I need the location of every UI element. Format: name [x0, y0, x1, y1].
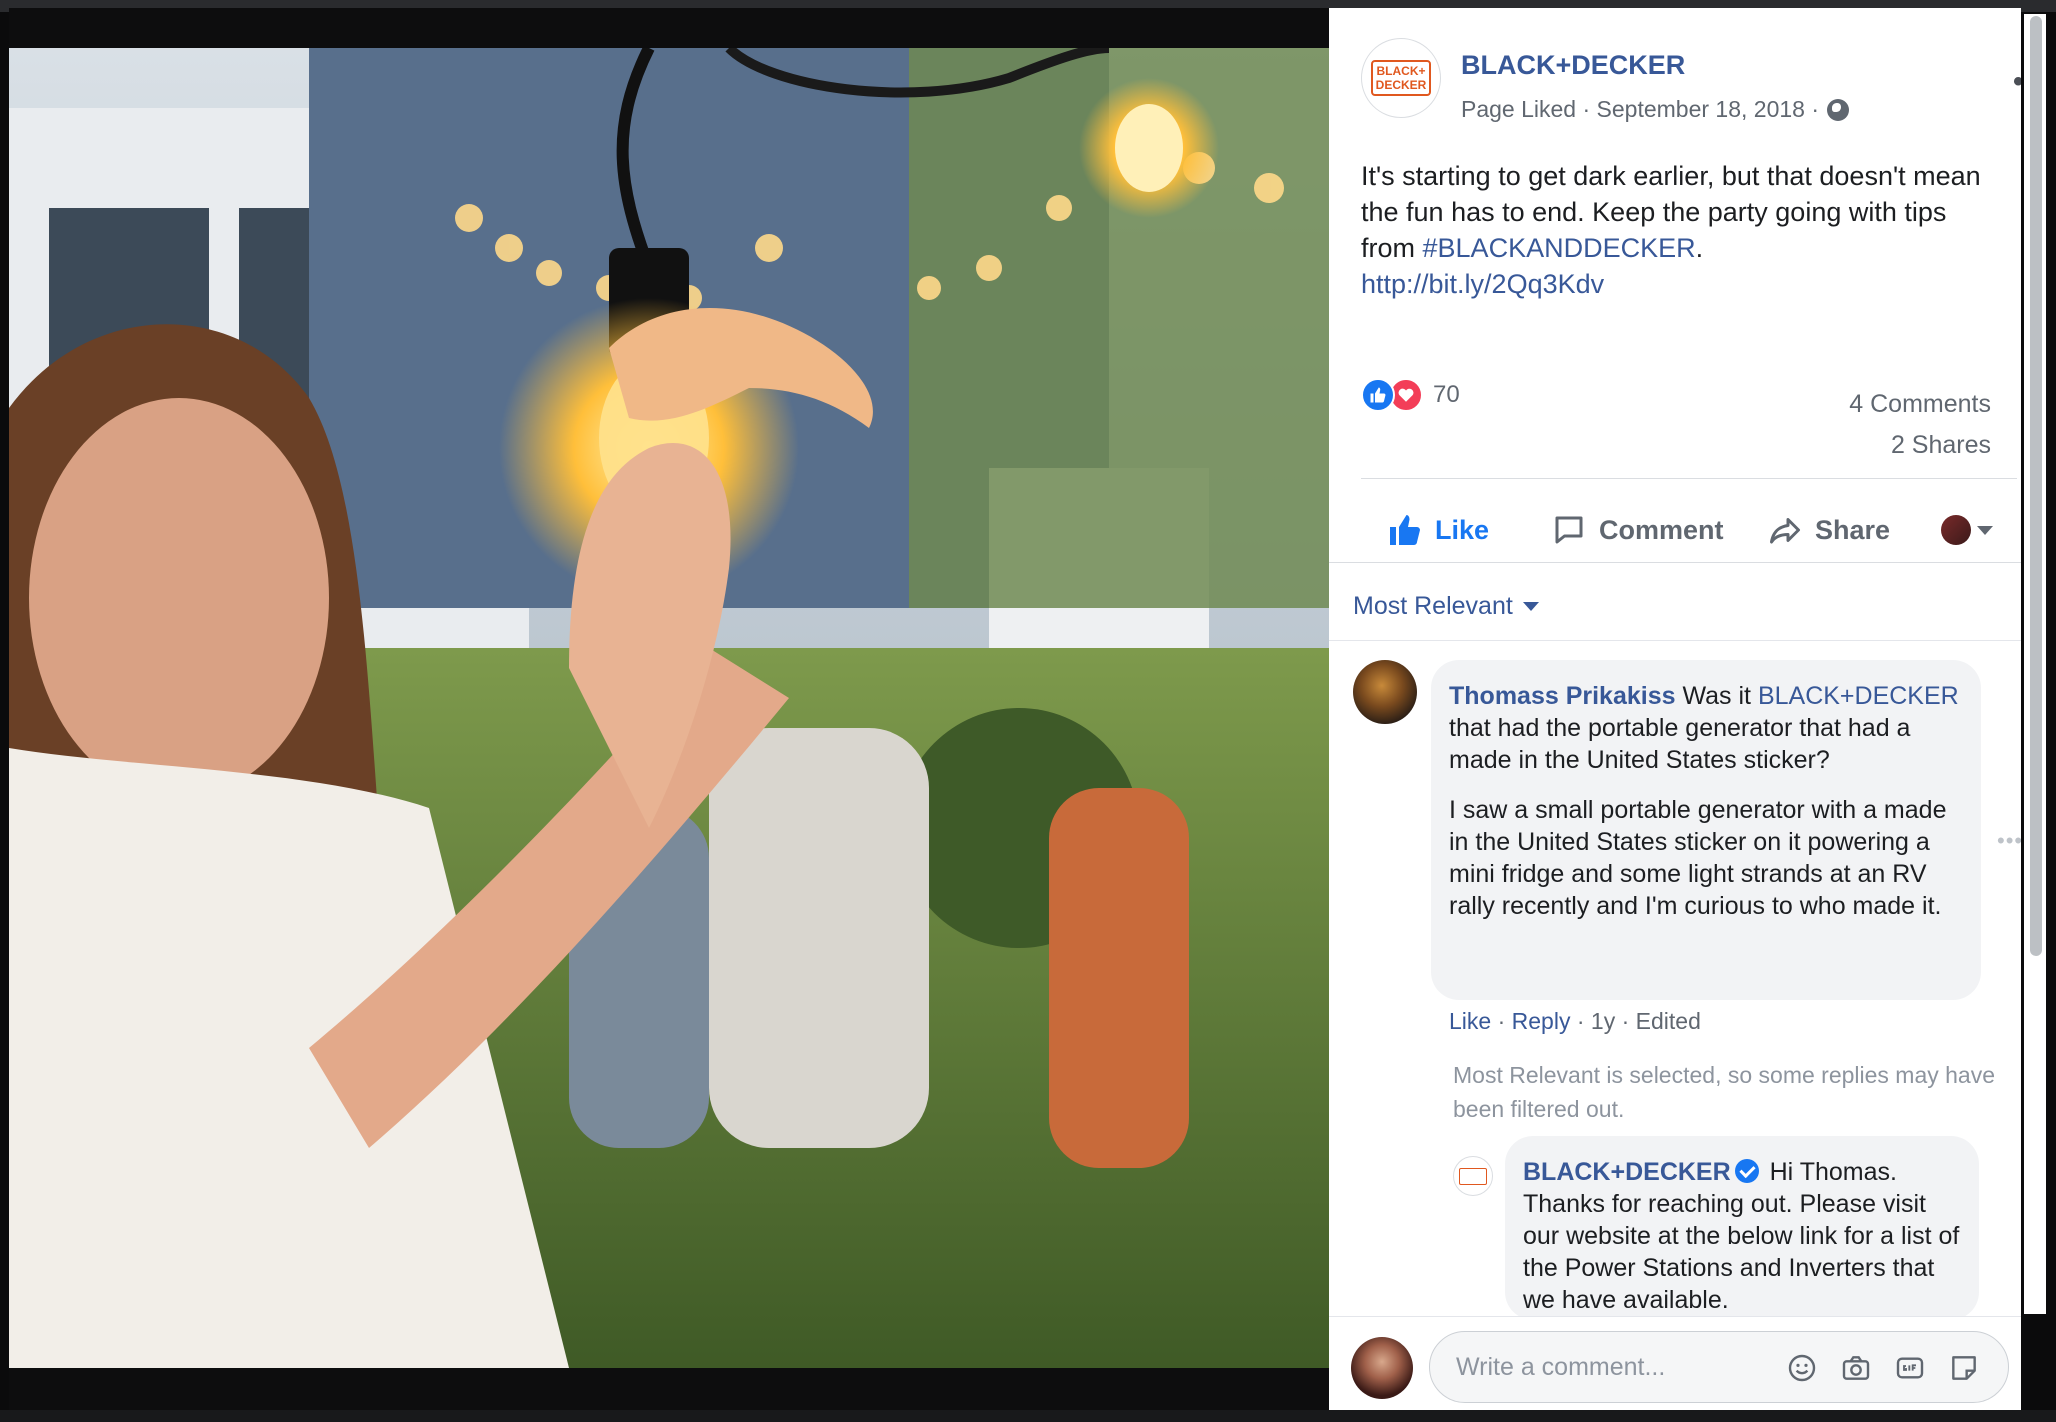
comment-bubble: Thomass Prikakiss Was it BLACK+DECKER th…: [1431, 660, 1981, 1000]
filter-note: Most Relevant is selected, so some repli…: [1453, 1062, 1996, 1122]
like-button[interactable]: Like: [1387, 500, 1489, 560]
comment-input-placeholder: Write a comment...: [1456, 1352, 1666, 1381]
post-header: BLACK+ DECKER BLACK+DECKER Page Liked · …: [1361, 38, 2021, 128]
comment-input[interactable]: Write a comment...: [1429, 1331, 2009, 1403]
reaction-count: 70: [1433, 381, 1460, 408]
chevron-down-icon: [1522, 602, 1539, 611]
post-photo[interactable]: [9, 48, 1329, 1368]
brand-logo: BLACK+ DECKER: [1371, 60, 1431, 96]
chevron-down-icon: [1977, 525, 1993, 535]
reaction-summary[interactable]: 70: [1361, 378, 1460, 412]
panel-scrollbar[interactable]: [2024, 14, 2046, 1314]
user-avatar: [1941, 515, 1971, 545]
hashtag-link[interactable]: #BLACKANDDECKER: [1423, 233, 1696, 263]
comment-paragraph: Thomass Prikakiss Was it BLACK+DECKER th…: [1449, 680, 1963, 776]
commenter-name-link[interactable]: Thomass Prikakiss: [1449, 682, 1676, 710]
reply-author-avatar[interactable]: [1453, 1156, 1493, 1196]
divider: [1361, 478, 2017, 479]
comment-options-icon[interactable]: •••: [1997, 828, 2021, 854]
thumbs-up-icon: [1390, 515, 1420, 545]
reply-bubble: BLACK+DECKER Hi Thomas. Thanks for reach…: [1505, 1136, 1979, 1320]
post-meta-text: Page Liked · September 18, 2018 ·: [1461, 96, 1820, 122]
engagement-counts: 4 Comments 2 Shares: [1849, 384, 1991, 466]
sticker-icon[interactable]: [1946, 1350, 1982, 1386]
scrollbar-thumb[interactable]: [2030, 16, 2042, 956]
gif-icon[interactable]: [1892, 1350, 1928, 1386]
globe-icon[interactable]: [1827, 98, 1850, 121]
bottom-bar-strip: [0, 1410, 2056, 1422]
photo-letterbox-bottom: [9, 1368, 1329, 1410]
reply-author-link[interactable]: BLACK+DECKER: [1523, 1158, 1731, 1186]
comment-button[interactable]: Comment: [1551, 500, 1724, 560]
logo-text-top: BLACK+: [1376, 64, 1426, 78]
post-viewer: BLACK+ DECKER BLACK+DECKER Page Liked · …: [0, 0, 2056, 1422]
composer-tools: [1784, 1332, 1982, 1404]
divider: [1329, 640, 2021, 641]
comment-sort-dropdown[interactable]: Most Relevant: [1353, 592, 1539, 621]
comment-age[interactable]: 1y: [1591, 1008, 1615, 1034]
current-user-avatar[interactable]: [1351, 1337, 1413, 1399]
share-arrow-icon: [1770, 518, 1800, 544]
comment-text: that had the portable generator that had…: [1449, 714, 1911, 774]
post-url-link[interactable]: http://bit.ly/2Qq3Kdv: [1361, 269, 1604, 299]
comment-composer: Write a comment...: [1329, 1316, 2021, 1410]
post-side-panel: BLACK+ DECKER BLACK+DECKER Page Liked · …: [1329, 8, 2021, 1410]
brand-logo: [1459, 1167, 1487, 1185]
commenter-avatar[interactable]: [1353, 660, 1417, 724]
more-options-icon[interactable]: •••: [2013, 67, 2021, 97]
post-meta: Page Liked · September 18, 2018 ·: [1461, 96, 1850, 123]
comment-edited[interactable]: Edited: [1636, 1008, 1701, 1034]
page-avatar[interactable]: BLACK+ DECKER: [1361, 38, 1441, 118]
emoji-icon[interactable]: [1784, 1350, 1820, 1386]
comment-text: Was it: [1675, 682, 1758, 710]
share-button[interactable]: Share: [1767, 500, 1890, 560]
action-bar: Like Comment Share: [1329, 500, 2021, 560]
share-button-label: Share: [1815, 514, 1891, 545]
comment-sort-label: Most Relevant: [1353, 592, 1513, 620]
comment-paragraph: I saw a small portable generator with a …: [1449, 796, 1947, 920]
post-text: It's starting to get dark earlier, but t…: [1361, 158, 2001, 302]
comments-count-link[interactable]: 4 Comments: [1849, 384, 1991, 425]
comment-bubble-icon: [1555, 516, 1583, 544]
post-body-punct: .: [1695, 233, 1704, 263]
divider: [1329, 562, 2021, 563]
comment-button-label: Comment: [1599, 514, 1724, 545]
page-name-link[interactable]: BLACK+DECKER: [1461, 50, 1685, 81]
shares-count-link[interactable]: 2 Shares: [1849, 425, 1991, 466]
comment-reply-link[interactable]: Reply: [1512, 1008, 1571, 1034]
logo-text-bottom: DECKER: [1375, 78, 1427, 92]
like-reaction-icon: [1361, 378, 1395, 412]
post-as-selector[interactable]: [1941, 500, 1993, 560]
camera-icon[interactable]: [1838, 1350, 1874, 1386]
comment-actions: Like · Reply · 1y · Edited: [1449, 1008, 1701, 1034]
comment-like-link[interactable]: Like: [1449, 1008, 1491, 1034]
verified-badge-icon: [1734, 1159, 1759, 1183]
photo-letterbox-top: [9, 8, 1329, 48]
mention-link[interactable]: BLACK+DECKER: [1758, 682, 1959, 710]
like-button-label: Like: [1435, 514, 1490, 545]
